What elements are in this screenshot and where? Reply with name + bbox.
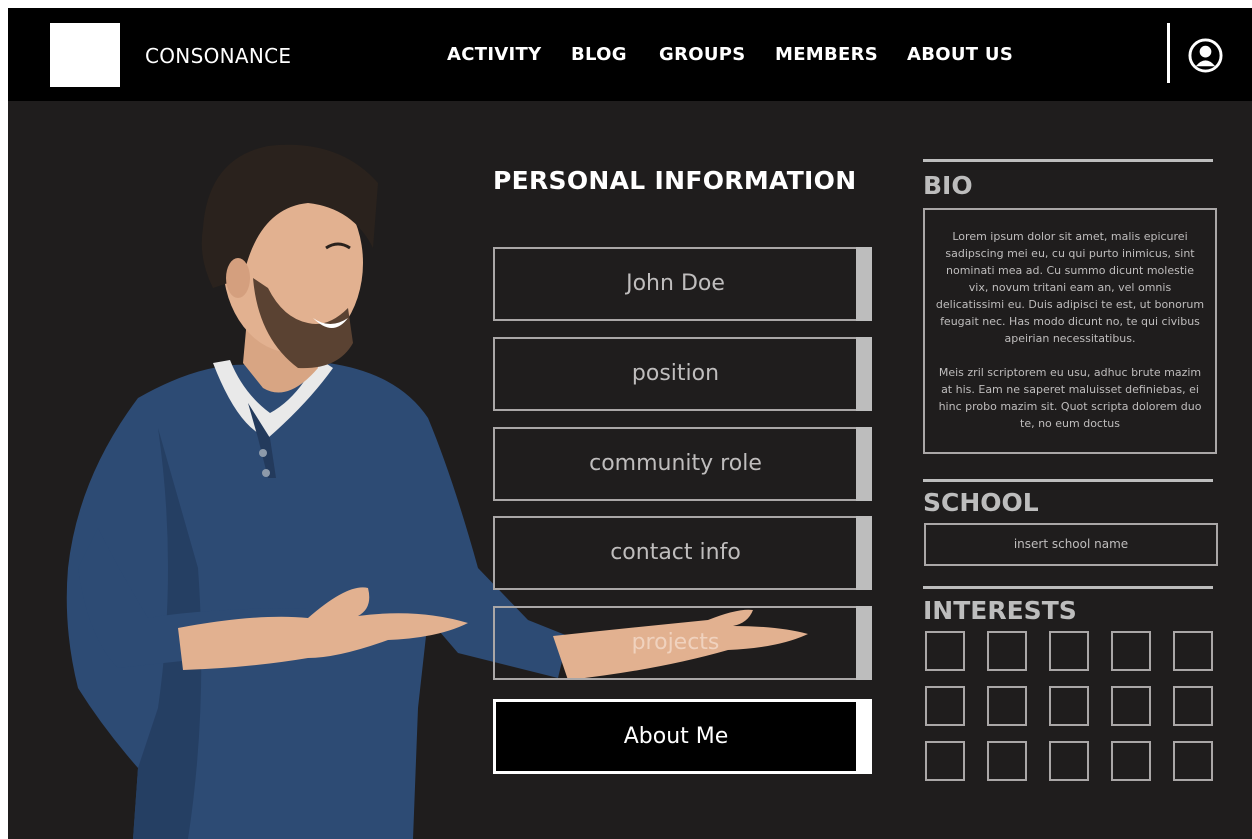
position-field-value: position	[631, 361, 720, 386]
school-divider	[923, 479, 1213, 482]
bio-paragraph: Lorem ipsum dolor sit amet, malis epicur…	[935, 230, 1205, 345]
interest-slot[interactable]	[987, 631, 1027, 671]
bio-divider	[923, 159, 1213, 162]
interest-slot[interactable]	[1111, 741, 1151, 781]
interest-slot[interactable]	[1049, 686, 1089, 726]
school-heading: SCHOOL	[923, 488, 1039, 517]
name-field[interactable]: John Doe	[493, 247, 872, 321]
bio-paragraph: Meis zril scriptorem eu usu, adhuc brute…	[938, 366, 1202, 430]
nav-divider	[1167, 23, 1170, 83]
interest-slot[interactable]	[1049, 631, 1089, 671]
projects-field-value: projects	[631, 630, 720, 655]
about-me-button[interactable]: About Me	[493, 699, 872, 774]
school-input[interactable]: insert school name	[924, 523, 1218, 566]
interest-slot[interactable]	[987, 686, 1027, 726]
interests-heading: INTERESTS	[923, 596, 1077, 625]
interest-slot[interactable]	[1111, 631, 1151, 671]
projects-field[interactable]: projects	[493, 606, 872, 680]
field-tab	[856, 606, 872, 680]
bio-heading: BIO	[923, 171, 973, 200]
app-frame: CONSONANCE ACTIVITY BLOG GROUPS MEMBERS …	[8, 8, 1252, 839]
field-tab	[856, 516, 872, 590]
interests-divider	[923, 586, 1213, 589]
field-tab	[856, 247, 872, 321]
contact-info-field[interactable]: contact info	[493, 516, 872, 590]
name-field-value: John Doe	[626, 271, 725, 296]
user-icon[interactable]	[1188, 38, 1223, 73]
community-role-field[interactable]: community role	[493, 427, 872, 501]
field-tab	[856, 337, 872, 411]
personal-information-heading: PERSONAL INFORMATION	[493, 166, 857, 195]
interest-slot[interactable]	[1173, 686, 1213, 726]
interest-slot[interactable]	[1173, 741, 1213, 781]
interest-slot[interactable]	[925, 686, 965, 726]
interest-slot[interactable]	[1111, 686, 1151, 726]
community-role-field-value: community role	[589, 451, 762, 476]
contact-info-field-value: contact info	[610, 540, 741, 565]
interest-slot[interactable]	[1173, 631, 1213, 671]
position-field[interactable]: position	[493, 337, 872, 411]
about-me-button-label: About Me	[623, 724, 729, 749]
bio-textbox[interactable]: Lorem ipsum dolor sit amet, malis epicur…	[923, 208, 1217, 454]
button-tab	[856, 699, 872, 774]
interest-slot[interactable]	[1049, 741, 1089, 781]
nav-about-us[interactable]: ABOUT US	[907, 44, 1013, 65]
field-tab	[856, 427, 872, 501]
interest-slot[interactable]	[925, 741, 965, 781]
interest-slot[interactable]	[925, 631, 965, 671]
interest-slot[interactable]	[987, 741, 1027, 781]
